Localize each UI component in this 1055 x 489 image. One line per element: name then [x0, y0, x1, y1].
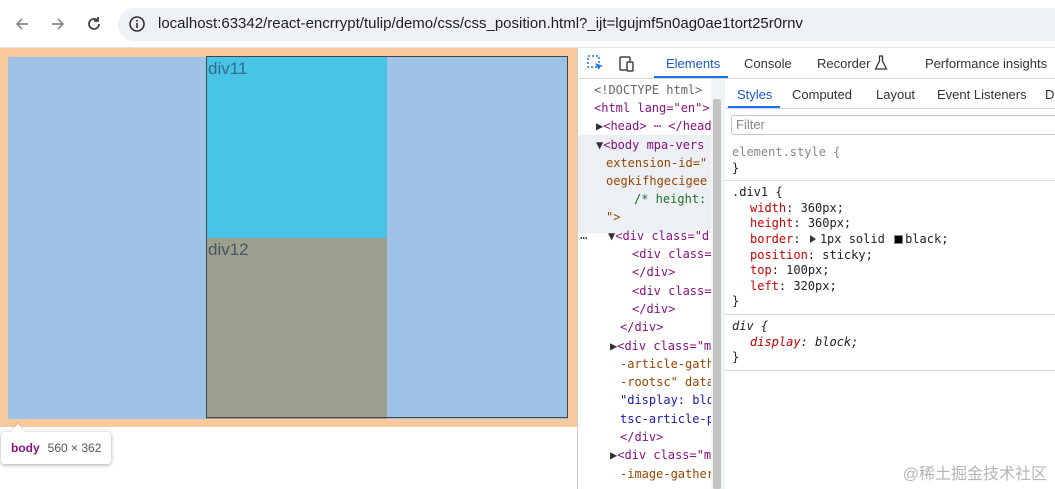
- dom-line[interactable]: ▶<div class="m: [610, 337, 711, 355]
- inspect-element-icon[interactable]: [586, 54, 606, 74]
- dom-line[interactable]: -article-gath: [620, 355, 711, 373]
- dom-line[interactable]: -image-gather: [620, 465, 711, 483]
- tooltip-dimensions: 560 × 362: [47, 441, 102, 455]
- dom-line[interactable]: </div>: [632, 300, 675, 318]
- devtools-panel: Elements Console Recorder Performance in…: [577, 48, 1055, 489]
- dom-line[interactable]: <html lang="en">: [594, 99, 710, 117]
- info-icon[interactable]: [128, 15, 146, 33]
- dom-line[interactable]: ">: [606, 208, 620, 226]
- property-left[interactable]: left: 320px;: [732, 279, 1050, 295]
- property-width[interactable]: width: 360px;: [732, 201, 1050, 217]
- dom-line[interactable]: <div class=: [632, 282, 711, 300]
- expand-shorthand-icon[interactable]: [809, 234, 816, 243]
- property-display[interactable]: display: block;: [732, 335, 1050, 351]
- styles-pane: Styles Computed Layout Event Listeners D…: [725, 79, 1055, 489]
- rule-close: }: [732, 350, 740, 365]
- forward-icon[interactable]: [46, 12, 70, 36]
- tab-recorder[interactable]: Recorder: [817, 56, 870, 71]
- dom-line[interactable]: ▶<div class="m: [610, 446, 711, 464]
- tab-layout[interactable]: Layout: [876, 87, 915, 102]
- dom-line[interactable]: oegkifhgecigee: [606, 172, 707, 190]
- rule-selector[interactable]: .div1 {: [732, 185, 1050, 201]
- devtools-tabbar: Elements Console Recorder Performance in…: [578, 48, 1055, 79]
- more-options-icon[interactable]: ⋯: [580, 229, 587, 247]
- dom-line[interactable]: /* height:: [634, 190, 706, 208]
- rule-element-style: element.style { }: [725, 141, 1055, 182]
- dom-line[interactable]: -rootsc" data: [620, 373, 711, 391]
- dom-line[interactable]: </div>: [632, 263, 675, 281]
- panel-scrollbar[interactable]: [711, 79, 725, 489]
- style-rules: element.style { } .div1 { width: 360px; …: [725, 141, 1055, 371]
- dom-line[interactable]: </div>: [620, 318, 663, 336]
- active-styles-tab-indicator: [728, 106, 780, 108]
- rule-div: div { display: block; }: [725, 315, 1055, 371]
- div1-border: [206, 56, 568, 418]
- dom-line[interactable]: tsc-article-p: [620, 410, 711, 428]
- rule-selector[interactable]: element.style {: [732, 145, 1050, 161]
- tab-computed[interactable]: Computed: [792, 87, 852, 102]
- back-icon[interactable]: [10, 12, 34, 36]
- property-top[interactable]: top: 100px;: [732, 263, 1050, 279]
- styles-tabbar: Styles Computed Layout Event Listeners D…: [725, 79, 1055, 109]
- tab-performance-insights[interactable]: Performance insights: [925, 56, 1047, 71]
- active-tab-indicator: [654, 76, 728, 78]
- dom-line[interactable]: </div>: [620, 428, 663, 446]
- property-position[interactable]: position: sticky;: [732, 248, 1050, 264]
- dom-line[interactable]: ▼<body mpa-vers: [596, 136, 704, 154]
- rule-selector[interactable]: div {: [732, 319, 1050, 335]
- browser-toolbar: localhost:63342/react-encrrypt/tulip/dem…: [0, 0, 1055, 48]
- dom-line[interactable]: ▼<div class="d: [608, 227, 709, 245]
- flask-icon: [874, 55, 888, 71]
- rule-div1: .div1 { width: 360px; height: 360px; bor…: [725, 181, 1055, 315]
- rule-close: }: [732, 160, 740, 175]
- tab-elements[interactable]: Elements: [666, 56, 720, 71]
- scrollbar-thumb[interactable]: [713, 99, 721, 489]
- tab-dom-breakpoints[interactable]: DOM: [1045, 87, 1055, 102]
- dom-tree: <!DOCTYPE html> <html lang="en"> ▶<head>…: [578, 79, 711, 489]
- dom-line[interactable]: ▶<head> ⋯ </head>: [596, 117, 711, 135]
- dom-line[interactable]: <div class=: [632, 245, 711, 263]
- page-viewport: div11 div12 body 560 × 362: [0, 48, 577, 489]
- tab-console[interactable]: Console: [744, 56, 792, 71]
- element-tooltip: body 560 × 362: [1, 432, 112, 464]
- watermark: @稀土掘金技术社区: [902, 466, 1047, 483]
- rule-close: }: [732, 294, 740, 309]
- dom-line[interactable]: extension-id=": [606, 154, 707, 172]
- property-height[interactable]: height: 360px;: [732, 216, 1050, 232]
- device-toolbar-icon[interactable]: [616, 54, 636, 74]
- dom-line[interactable]: "display: blo: [620, 391, 711, 409]
- property-border[interactable]: border: 1px solid black;: [732, 232, 1050, 248]
- reload-icon[interactable]: [82, 12, 106, 36]
- filter-input[interactable]: Filter: [731, 115, 1055, 135]
- tab-event-listeners[interactable]: Event Listeners: [937, 87, 1027, 102]
- tooltip-tag: body: [11, 441, 40, 455]
- tab-styles[interactable]: Styles: [737, 87, 772, 102]
- dom-line[interactable]: <!DOCTYPE html>: [594, 81, 702, 99]
- color-swatch-icon[interactable]: [894, 234, 904, 244]
- url-text[interactable]: localhost:63342/react-encrrypt/tulip/dem…: [158, 15, 803, 32]
- address-bar[interactable]: localhost:63342/react-encrrypt/tulip/dem…: [118, 8, 1055, 41]
